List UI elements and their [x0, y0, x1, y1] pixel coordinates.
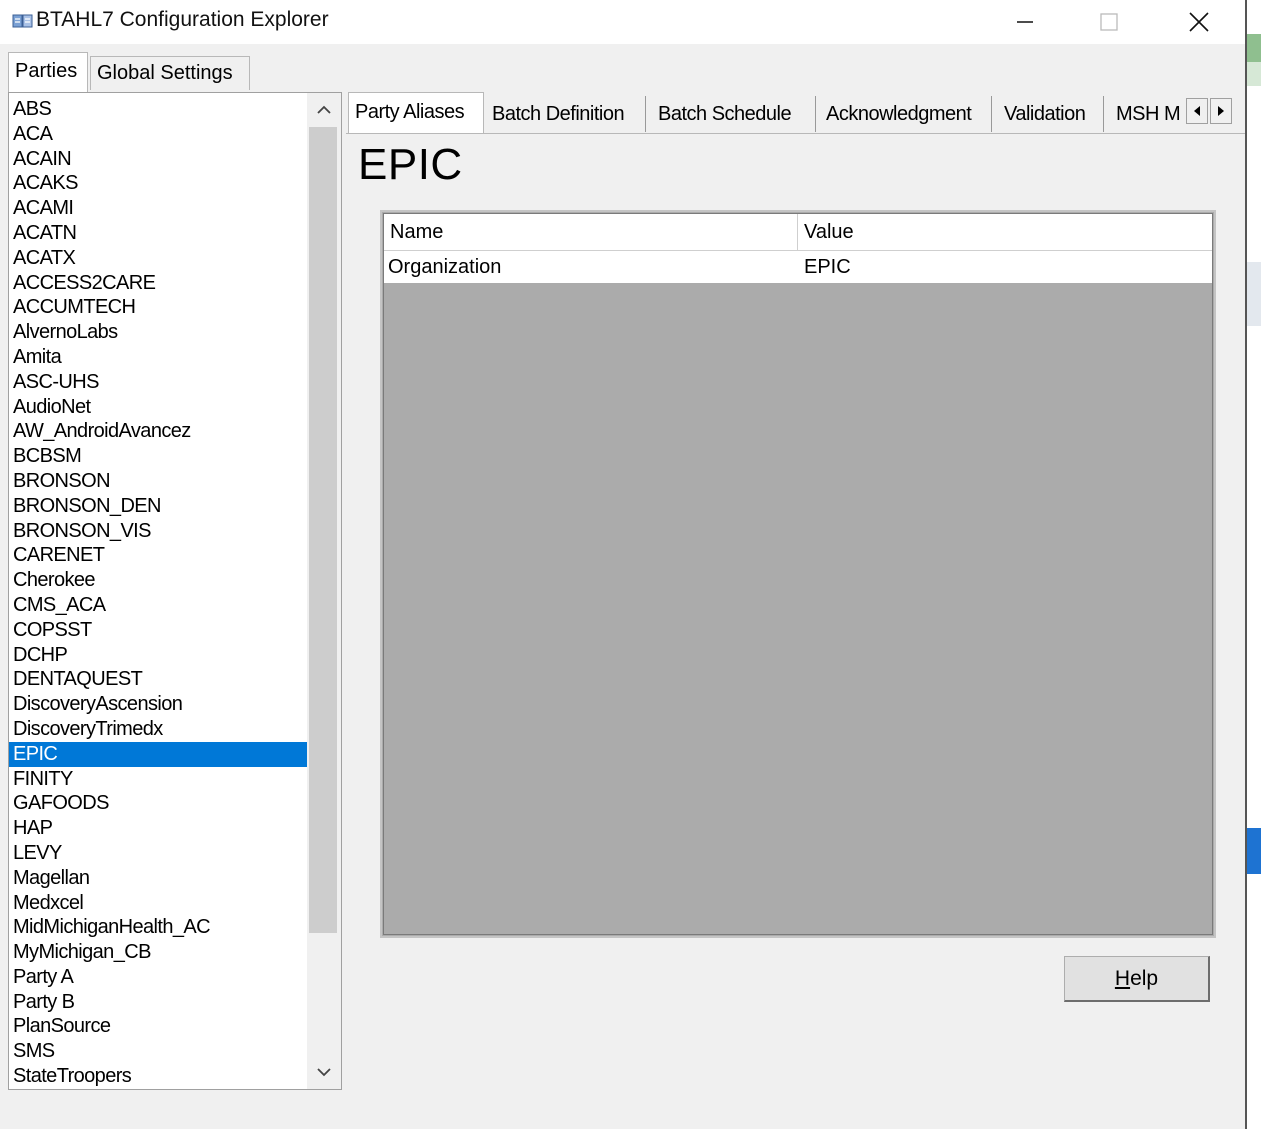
list-item[interactable]: ACAMI	[9, 196, 307, 221]
scroll-up-button[interactable]	[307, 93, 341, 127]
list-scrollbar[interactable]	[307, 93, 341, 1089]
help-button[interactable]: Help	[1064, 956, 1210, 1002]
list-item[interactable]: Amita	[9, 345, 307, 370]
list-item[interactable]: ACCESS2CARE	[9, 271, 307, 296]
tab-scroll-left-button[interactable]	[1186, 98, 1208, 124]
tab-acknowledgment[interactable]: Acknowledgment	[820, 96, 992, 132]
background-window-fragment	[1247, 828, 1261, 874]
background-window-fragment	[1247, 62, 1261, 86]
close-icon	[1189, 12, 1209, 32]
list-item[interactable]: DiscoveryTrimedx	[9, 717, 307, 742]
list-item[interactable]: HAP	[9, 816, 307, 841]
party-name-heading: EPIC	[358, 140, 463, 189]
list-item[interactable]: CMS_ACA	[9, 593, 307, 618]
list-item[interactable]: ACATN	[9, 221, 307, 246]
cell-name[interactable]: Organization	[384, 251, 798, 283]
background-window-fragment	[1247, 262, 1261, 326]
list-item[interactable]: ACCUMTECH	[9, 295, 307, 320]
maximize-button[interactable]	[1078, 0, 1140, 44]
tab-batch-definition[interactable]: Batch Definition	[486, 96, 646, 132]
close-button[interactable]	[1168, 0, 1230, 44]
list-item[interactable]: SMS	[9, 1039, 307, 1064]
title-bar: BTAHL7 Configuration Explorer	[0, 0, 1245, 44]
column-header-name[interactable]: Name	[384, 214, 798, 250]
maximize-icon	[1100, 13, 1118, 31]
list-item[interactable]: DiscoveryAscension	[9, 692, 307, 717]
party-list: ABS ACA ACAIN ACAKS ACAMI ACATN ACATX ACCESS2CA…	[9, 97, 307, 1089]
list-item[interactable]: PlanSource	[9, 1014, 307, 1039]
tab-parties[interactable]: Parties	[8, 52, 88, 92]
list-item[interactable]: DCHP	[9, 643, 307, 668]
list-item[interactable]: COPSST	[9, 618, 307, 643]
list-item[interactable]: DENTAQUEST	[9, 667, 307, 692]
grid-body: Name Value Organization EPIC	[383, 213, 1213, 935]
aliases-grid[interactable]: Name Value Organization EPIC	[380, 210, 1216, 938]
list-item[interactable]: AlvernoLabs	[9, 320, 307, 345]
scroll-down-button[interactable]	[307, 1055, 341, 1089]
cell-value[interactable]: EPIC	[800, 251, 1218, 283]
list-item[interactable]: CARENET	[9, 543, 307, 568]
help-button-label: elp	[1130, 966, 1159, 990]
window-title: BTAHL7 Configuration Explorer	[36, 8, 329, 31]
help-button-mnemonic: H	[1114, 966, 1131, 990]
list-item[interactable]: Magellan	[9, 866, 307, 891]
arrow-right-icon	[1218, 106, 1224, 116]
tab-batch-schedule[interactable]: Batch Schedule	[652, 96, 816, 132]
list-item[interactable]: AudioNet	[9, 395, 307, 420]
list-item[interactable]: BRONSON_VIS	[9, 519, 307, 544]
list-item[interactable]: AW_AndroidAvancez	[9, 419, 307, 444]
chevron-up-icon	[317, 105, 331, 114]
app-icon	[12, 14, 33, 28]
list-item[interactable]: Party B	[9, 990, 307, 1015]
list-item[interactable]: FINITY	[9, 767, 307, 792]
list-item[interactable]: Cherokee	[9, 568, 307, 593]
party-aliases-page: EPIC Name Value Organization EPIC Help	[346, 133, 1245, 1091]
list-item[interactable]: ASC-UHS	[9, 370, 307, 395]
list-item[interactable]: GAFOODS	[9, 791, 307, 816]
table-row[interactable]: Organization EPIC	[384, 251, 1212, 283]
tab-party-aliases[interactable]: Party Aliases	[348, 92, 484, 134]
list-item[interactable]: ACAKS	[9, 171, 307, 196]
list-item[interactable]: BRONSON_DEN	[9, 494, 307, 519]
tab-global-settings[interactable]: Global Settings	[90, 56, 250, 90]
list-item[interactable]: ACA	[9, 122, 307, 147]
minimize-icon	[1017, 21, 1033, 23]
arrow-left-icon	[1194, 106, 1200, 116]
list-item[interactable]: StateTroopers	[9, 1064, 307, 1089]
chevron-down-icon	[317, 1068, 331, 1077]
list-item[interactable]: MyMichigan_CB	[9, 940, 307, 965]
tab-msh[interactable]: MSH M	[1110, 96, 1186, 132]
list-item[interactable]: Party A	[9, 965, 307, 990]
list-item[interactable]: EPIC	[9, 741, 307, 767]
list-item[interactable]: BRONSON	[9, 469, 307, 494]
list-item[interactable]: MidMichiganHealth_AC	[9, 915, 307, 940]
list-item[interactable]: BCBSM	[9, 444, 307, 469]
list-item[interactable]: Medxcel	[9, 891, 307, 916]
party-tab-strip: Party Aliases Batch Definition Batch Sch…	[346, 92, 1245, 134]
tab-scroll-right-button[interactable]	[1210, 98, 1232, 124]
background-window-fragment	[1247, 34, 1261, 62]
list-item[interactable]: ABS	[9, 97, 307, 122]
grid-header: Name Value	[384, 214, 1212, 251]
parties-listbox[interactable]: ABS ACA ACAIN ACAKS ACAMI ACATN ACATX ACCESS2CA…	[8, 92, 342, 1090]
list-item[interactable]: ACATX	[9, 246, 307, 271]
background-window-edge	[1245, 0, 1261, 1129]
tab-validation[interactable]: Validation	[998, 96, 1104, 132]
minimize-button[interactable]	[994, 0, 1056, 44]
column-header-value[interactable]: Value	[798, 214, 1216, 250]
list-item[interactable]: ACAIN	[9, 147, 307, 172]
scroll-thumb[interactable]	[309, 127, 337, 933]
main-window: BTAHL7 Configuration Explorer Parties Gl…	[0, 0, 1245, 1129]
list-item[interactable]: LEVY	[9, 841, 307, 866]
